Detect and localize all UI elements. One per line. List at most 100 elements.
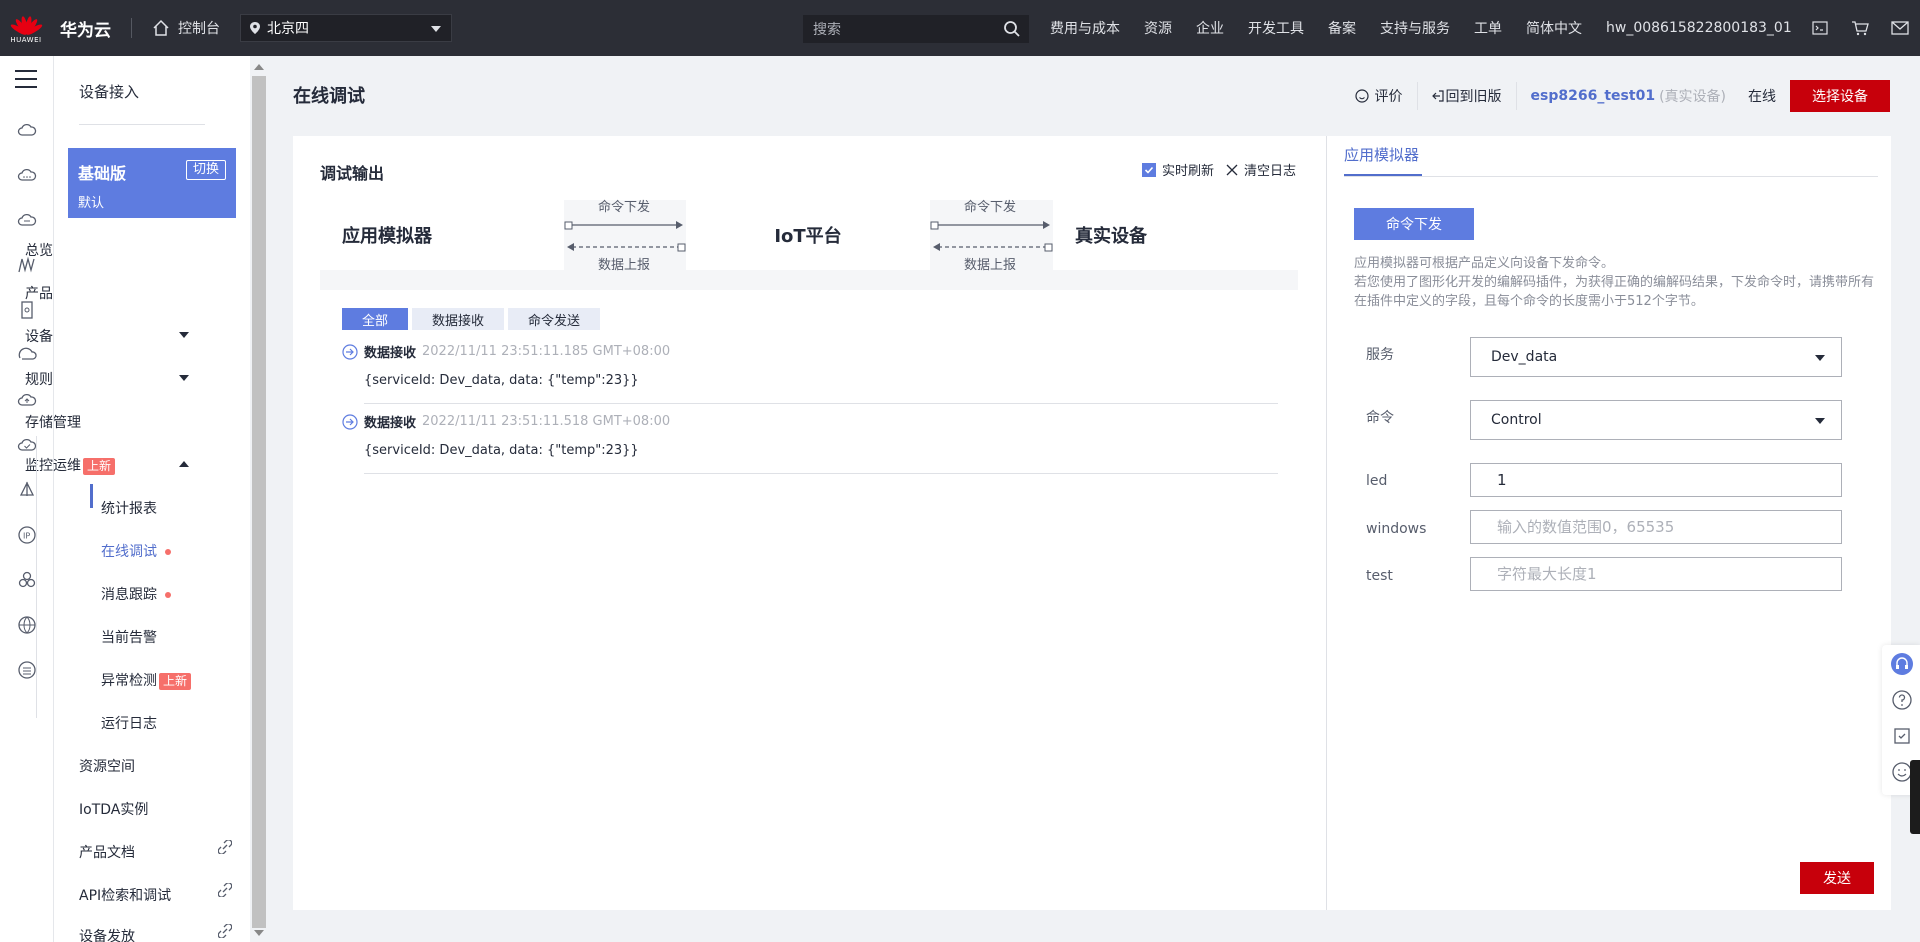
cloud-dots-icon[interactable] (17, 165, 37, 185)
tab-baseline (1344, 176, 1878, 177)
flow-app-label: 应用模拟器 (342, 226, 432, 247)
cloud-sync-icon[interactable] (17, 345, 37, 365)
external-link-icon[interactable] (218, 883, 232, 897)
submenu-item-log[interactable]: 运行日志 (101, 713, 157, 733)
edition-default: 默认 (78, 196, 105, 211)
windows-input[interactable] (1470, 510, 1842, 544)
submenu-item-anomaly-label: 异常检测 (101, 673, 157, 689)
scroll-down-icon[interactable] (254, 930, 264, 936)
scroll-up-icon[interactable] (254, 64, 264, 70)
flow-device-label: 真实设备 (1075, 226, 1147, 247)
tab-data-receive[interactable]: 数据接收 (412, 308, 505, 330)
menu-item-api[interactable]: API检索和调试 (79, 885, 171, 905)
huawei-logo[interactable]: HUAWEI (0, 0, 52, 56)
hamburger-menu-icon[interactable] (15, 70, 37, 94)
menu-item-iotda[interactable]: IoTDA实例 (79, 799, 148, 819)
menu-item-provision[interactable]: 设备发放 (79, 926, 135, 942)
submenu-item-stats[interactable]: 统计报表 (101, 498, 157, 518)
page-header-actions: 评价 回到旧版 esp8266_test01 (真实设备) 在线 选择设备 (1354, 80, 1890, 112)
check-icon (1144, 166, 1154, 174)
edition-card[interactable]: 基础版 默认 切换 (68, 148, 236, 218)
nav-enterprise[interactable]: 企业 (1196, 18, 1224, 38)
nav-resources[interactable]: 资源 (1144, 18, 1172, 38)
customer-service-icon[interactable] (1891, 653, 1913, 675)
test-input[interactable] (1470, 557, 1842, 591)
submenu-item-trace[interactable]: 消息跟踪 (101, 584, 171, 604)
cloud-check-icon[interactable] (17, 435, 37, 455)
nav-ticket[interactable]: 工单 (1474, 18, 1502, 38)
cloud-upload-icon[interactable] (17, 390, 37, 410)
realtime-refresh-label[interactable]: 实时刷新 (1162, 160, 1214, 179)
service-select[interactable]: Dev_data (1470, 337, 1842, 377)
side-gauge-widget[interactable] (1910, 760, 1920, 834)
menu-item-storage[interactable]: 存储管理 (25, 412, 81, 432)
log-entry-header: 数据接收 2022/11/11 23:51:11.185 GMT+08:00 (342, 342, 1278, 361)
select-device-button[interactable]: 选择设备 (1790, 80, 1890, 112)
menu-item-monitor[interactable]: 监控运维 上新 (25, 455, 203, 475)
service-icon-rail: IP (0, 56, 54, 942)
cloud-service-icon[interactable] (17, 120, 37, 140)
tab-all[interactable]: 全部 (342, 308, 409, 330)
submenu-guide-line (36, 436, 37, 718)
menu-item-overview[interactable]: 总览 (25, 240, 53, 260)
region-select[interactable]: 北京四 (240, 14, 452, 42)
mobile-icon[interactable] (17, 300, 37, 320)
nav-language[interactable]: 简体中文 (1526, 18, 1582, 38)
command-value: Control (1491, 412, 1542, 428)
log-entry: 数据接收 2022/11/11 23:51:11.185 GMT+08:00 {… (342, 342, 1278, 404)
menu-item-product[interactable]: 产品 (25, 283, 53, 303)
terminal-icon[interactable] (1800, 0, 1840, 56)
brand-name[interactable]: 华为云 (60, 16, 111, 41)
clear-log-button[interactable]: 清空日志 (1244, 160, 1296, 179)
menu-scrollbar[interactable] (250, 56, 268, 942)
send-button[interactable]: 发送 (1800, 862, 1874, 894)
log-divider (364, 473, 1278, 474)
external-link-icon[interactable] (218, 840, 232, 854)
nav-icp[interactable]: 备案 (1328, 18, 1356, 38)
console-link[interactable]: 控制台 (152, 18, 220, 38)
close-icon[interactable] (1226, 164, 1238, 176)
globe-icon[interactable] (17, 615, 37, 635)
feedback-edit-icon[interactable] (1891, 725, 1913, 747)
submenu-item-alarm[interactable]: 当前告警 (101, 627, 157, 647)
global-search-input[interactable]: 搜索 (803, 15, 1029, 43)
external-link-icon[interactable] (218, 924, 232, 938)
submenu-item-anomaly[interactable]: 异常检测 上新 (101, 670, 192, 690)
menu-item-rules[interactable]: 规则 (25, 369, 203, 389)
nav-devtools[interactable]: 开发工具 (1248, 18, 1304, 38)
nav-cost[interactable]: 费用与成本 (1050, 18, 1120, 38)
test-label: test (1366, 568, 1393, 584)
storage-icon[interactable] (17, 660, 37, 680)
nav-account[interactable]: hw_008615822800183_01 (1606, 20, 1792, 36)
device-status: 在线 (1748, 89, 1776, 105)
command-send-tab-button[interactable]: 命令下发 (1354, 208, 1474, 240)
menu-item-resource-space[interactable]: 资源空间 (79, 756, 135, 776)
edition-switch-button[interactable]: 切换 (185, 160, 226, 180)
sail-icon[interactable] (17, 480, 37, 500)
tab-command-send[interactable]: 命令发送 (508, 308, 601, 330)
cloud-database-icon[interactable] (17, 210, 37, 230)
command-select[interactable]: Control (1470, 400, 1842, 440)
cart-icon[interactable] (1840, 0, 1880, 56)
flow-platform-label: IoT平台 (774, 226, 842, 247)
search-icon[interactable] (1003, 20, 1021, 38)
submenu-item-online-debug[interactable]: 在线调试 (101, 541, 171, 561)
menu-item-product-docs[interactable]: 产品文档 (79, 842, 135, 862)
scrollbar-thumb[interactable] (252, 76, 266, 928)
menu-item-device[interactable]: 设备 (25, 326, 203, 346)
cluster-icon[interactable] (17, 570, 37, 590)
back-old-version-link[interactable]: 回到旧版 (1446, 86, 1502, 106)
mail-icon[interactable] (1880, 0, 1920, 56)
search-placeholder: 搜索 (813, 22, 841, 38)
realtime-refresh-checkbox[interactable] (1142, 162, 1156, 177)
service-label: 服务 (1366, 347, 1394, 363)
submenu-item-trace-label: 消息跟踪 (101, 587, 157, 603)
tab-app-simulator[interactable]: 应用模拟器 (1344, 144, 1419, 165)
help-icon[interactable] (1891, 689, 1913, 711)
ip-icon[interactable]: IP (17, 525, 37, 545)
led-input[interactable] (1470, 463, 1842, 497)
device-name[interactable]: esp8266_test01 (1531, 88, 1656, 104)
nav-support[interactable]: 支持与服务 (1380, 18, 1450, 38)
flow-data-up-label: 数据上报 (598, 258, 651, 273)
rate-button[interactable]: 评价 (1375, 86, 1403, 106)
